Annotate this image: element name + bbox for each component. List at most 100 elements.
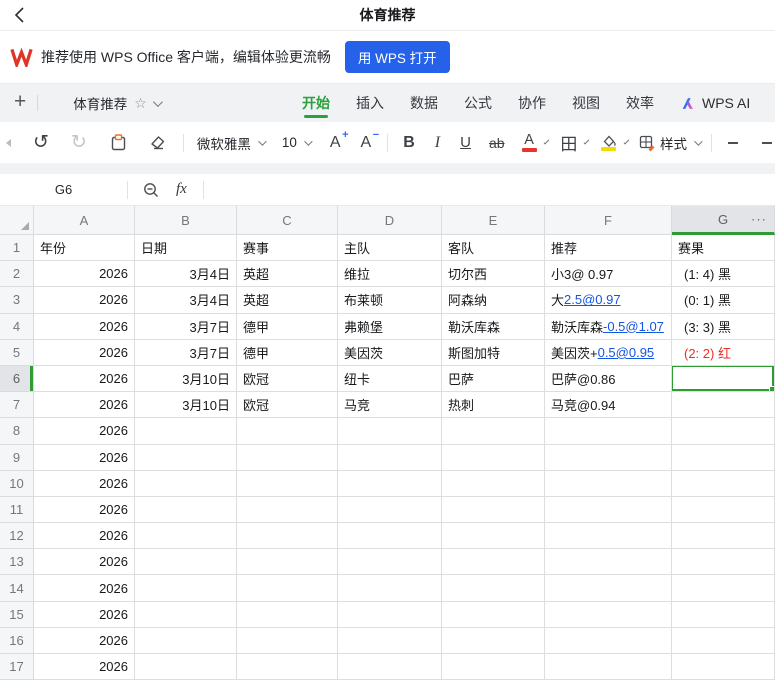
cell-year[interactable]: 2026 [34,496,135,524]
cell-home-team[interactable] [338,470,442,497]
cell-league[interactable] [237,627,338,654]
fill-color-button[interactable] [600,134,617,151]
cell-league[interactable] [237,654,338,681]
cell-recommendation[interactable] [545,496,672,524]
borders-button[interactable]: 田 [560,130,577,155]
increase-font-icon[interactable]: A + [330,129,349,152]
row-header-9[interactable]: 9 [0,444,34,471]
tab-insert[interactable]: 插入 [356,84,384,122]
cell-recommendation[interactable]: 马竞@0.94 [545,392,672,419]
tab-efficiency[interactable]: 效率 [626,84,654,122]
cell-home-team[interactable]: 弗赖堡 [338,313,442,340]
column-header-D[interactable]: D [338,206,442,235]
row-header-2[interactable]: 2 [0,261,34,288]
font-color-button[interactable]: A [521,132,537,152]
cell-year[interactable]: 2026 [34,601,135,628]
cell-date[interactable] [135,601,237,628]
cell-home-team[interactable]: 纽卡 [338,365,442,393]
cell-result[interactable]: (0: 1) 黑 [672,287,775,314]
cell-date[interactable]: 3月7日 [135,339,237,366]
cell-header-2[interactable]: 日期 [135,235,237,262]
cell-year[interactable]: 2026 [34,339,135,366]
cell-home-team[interactable] [338,654,442,681]
row-header-13[interactable]: 13 [0,549,34,576]
cell-year[interactable]: 2026 [34,392,135,419]
eraser-icon[interactable] [148,133,167,152]
cell-date[interactable] [135,496,237,524]
cell-away-team[interactable]: 切尔西 [442,261,545,288]
cell-result[interactable] [672,654,775,681]
cell-home-team[interactable]: 美因茨 [338,339,442,366]
select-all-cell[interactable] [0,206,34,235]
row-header-12[interactable]: 12 [0,523,34,550]
cell-year[interactable]: 2026 [34,418,135,445]
cell-recommendation[interactable] [545,523,672,550]
cell-header-3[interactable]: 赛事 [237,235,338,262]
cell-date[interactable] [135,523,237,550]
row-header-16[interactable]: 16 [0,627,34,654]
column-header-F[interactable]: F [545,206,672,235]
cell-year[interactable]: 2026 [34,549,135,576]
cell-year[interactable]: 2026 [34,444,135,471]
cell-league[interactable]: 德甲 [237,313,338,340]
cell-header-4[interactable]: 主队 [338,235,442,262]
row-header-10[interactable]: 10 [0,470,34,497]
cell-away-team[interactable] [442,549,545,576]
cell-header-1[interactable]: 年份 [34,235,135,262]
row-header-5[interactable]: 5 [0,339,34,366]
column-header-G[interactable]: G ··· [672,206,775,235]
cell-result[interactable] [672,392,775,419]
more-columns-button[interactable]: ··· [751,212,767,227]
cell-style-button[interactable]: 样式 [638,133,703,153]
cell-date[interactable] [135,470,237,497]
back-icon[interactable] [10,5,30,25]
undo-icon[interactable]: ↺ [33,133,49,152]
cell-home-team[interactable]: 维拉 [338,261,442,288]
cell-year[interactable]: 2026 [34,627,135,654]
fill-color-chevron-icon[interactable] [623,138,630,144]
cell-home-team[interactable] [338,496,442,524]
cell-home-team[interactable] [338,575,442,602]
cell-date[interactable] [135,549,237,576]
cell-league[interactable]: 欧冠 [237,392,338,419]
cell-result[interactable] [672,418,775,445]
font-size-select[interactable]: 10 [282,135,313,150]
cell-home-team[interactable]: 布莱顿 [338,287,442,314]
cell-league[interactable] [237,496,338,524]
strikethrough-button[interactable]: ab [489,135,505,151]
row-header-3[interactable]: 3 [0,287,34,314]
cell-reference-box[interactable]: G6 [0,182,127,197]
cell-away-team[interactable]: 热刺 [442,392,545,419]
cell-date[interactable] [135,418,237,445]
cell-date[interactable]: 3月4日 [135,287,237,314]
column-header-A[interactable]: A [34,206,135,235]
tab-data[interactable]: 数据 [410,84,438,122]
tab-collaborate[interactable]: 协作 [518,84,546,122]
cell-date[interactable] [135,575,237,602]
decrease-font-icon[interactable]: A − [361,129,380,152]
cell-result[interactable] [672,523,775,550]
align-center-icon[interactable] [759,137,775,149]
recommendation-link[interactable]: 0.5@0.95 [598,345,655,360]
cell-recommendation[interactable] [545,549,672,576]
new-sheet-icon[interactable]: + [14,90,26,114]
cell-year[interactable]: 2026 [34,365,135,393]
cell-result[interactable] [672,470,775,497]
cell-result[interactable] [672,575,775,602]
cell-date[interactable]: 3月7日 [135,313,237,340]
cell-league[interactable] [237,549,338,576]
cell-home-team[interactable] [338,523,442,550]
column-header-E[interactable]: E [442,206,545,235]
cell-result[interactable] [672,496,775,524]
tab-view[interactable]: 视图 [572,84,600,122]
recommendation-link[interactable]: 2.5@0.97 [564,292,621,307]
cell-recommendation[interactable] [545,575,672,602]
underline-button[interactable]: U [460,134,471,151]
zoom-out-icon[interactable] [142,181,160,199]
cell-recommendation[interactable]: 小3@ 0.97 [545,261,672,288]
star-icon[interactable]: ☆ [134,95,147,112]
row-header-14[interactable]: 14 [0,575,34,602]
cell-date[interactable]: 3月10日 [135,365,237,393]
tab-formula[interactable]: 公式 [464,84,492,122]
row-header-4[interactable]: 4 [0,313,34,340]
